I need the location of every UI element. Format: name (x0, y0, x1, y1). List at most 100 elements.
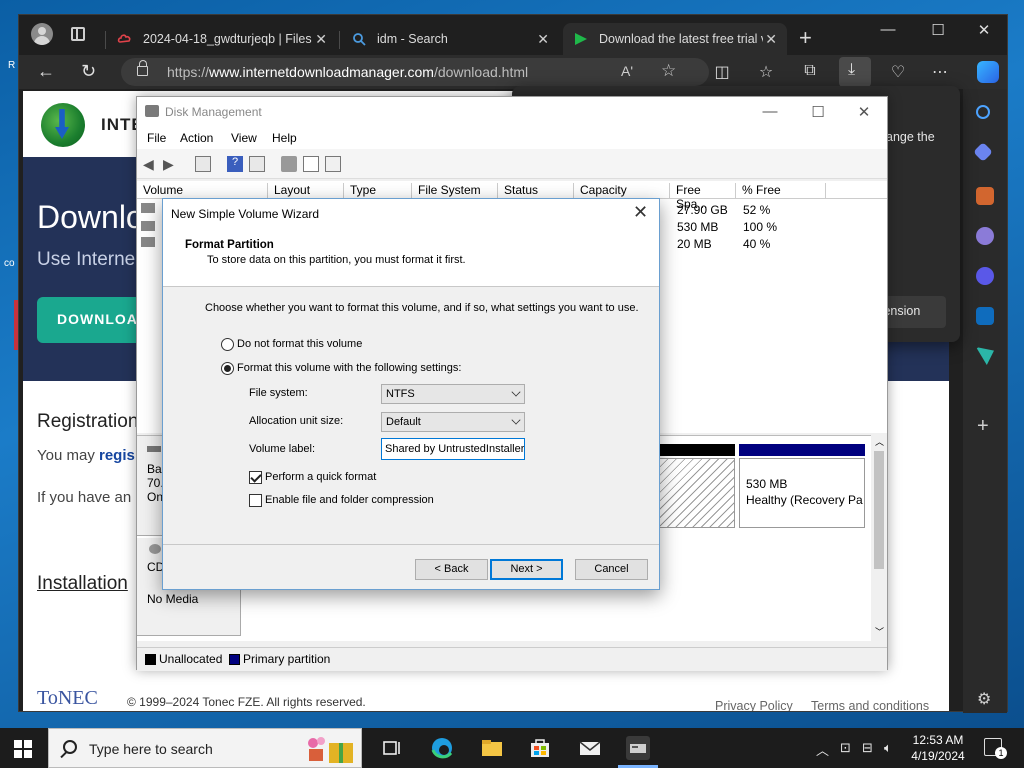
row-pct-free[interactable]: 100 % (743, 220, 777, 234)
maximize-button[interactable]: ☐ (915, 21, 961, 39)
compression-checkbox[interactable] (249, 494, 262, 507)
recovery-partition[interactable]: 530 MB Healthy (Recovery Pa (739, 458, 865, 528)
row-free[interactable]: 27.90 GB (677, 203, 728, 217)
meet-icon[interactable]: ⊡ (840, 740, 851, 756)
radio-do-not-format[interactable] (221, 338, 234, 351)
idm-logo-icon[interactable] (41, 103, 85, 147)
row-pct-free[interactable]: 40 % (743, 237, 770, 251)
tag-icon[interactable] (973, 142, 993, 162)
desktop-icon-fragment[interactable]: R (8, 60, 15, 71)
console-tree-icon[interactable] (195, 156, 211, 172)
col-volume[interactable]: Volume (137, 183, 267, 199)
file-system-select[interactable]: NTFS (381, 384, 525, 404)
quick-format-label[interactable]: Perform a quick format (265, 471, 376, 483)
col-filesystem[interactable]: File System (411, 183, 497, 199)
tab-actions-icon[interactable] (71, 27, 85, 41)
tools-icon[interactable] (976, 187, 994, 205)
favorites-icon[interactable]: ☆ (755, 62, 777, 82)
vertical-scrollbar[interactable]: ︿ ﹀ (871, 435, 887, 641)
forward-arrow-icon[interactable]: ▶ (163, 156, 179, 172)
new-tab-icon[interactable]: + (799, 25, 812, 51)
tab-download-page[interactable]: Download the latest free trial v ✕ (563, 23, 787, 55)
tray-overflow-icon[interactable]: ︿ (816, 740, 829, 759)
connect-icon[interactable] (281, 156, 297, 172)
store-icon[interactable] (528, 736, 552, 760)
col-pct-free[interactable]: % Free (735, 183, 825, 199)
close-icon[interactable]: ✕ (765, 31, 777, 48)
list-view-icon[interactable] (325, 156, 341, 172)
quick-format-checkbox[interactable] (249, 471, 262, 484)
desktop-icon-fragment[interactable]: co (4, 258, 15, 269)
close-icon[interactable]: ✕ (633, 202, 648, 223)
profile-avatar[interactable] (31, 23, 53, 45)
allocation-unit-select[interactable]: Default (381, 412, 525, 432)
privacy-link[interactable]: Privacy Policy (715, 699, 793, 711)
col-layout[interactable]: Layout (267, 183, 343, 199)
back-icon[interactable]: ← (37, 61, 55, 82)
search-icon[interactable] (976, 105, 990, 119)
next-button[interactable]: Next > (490, 559, 563, 580)
tab-files[interactable]: 2024-04-18_gwdturjeqb | Files ✕ (107, 23, 337, 55)
checklist-icon[interactable] (303, 156, 319, 172)
radio-format-label[interactable]: Format this volume with the following se… (237, 362, 461, 374)
help-icon[interactable]: ? (227, 156, 243, 172)
volume-label-input[interactable]: Shared by UntrustedInstaller (381, 438, 525, 460)
games-icon[interactable] (976, 227, 994, 245)
start-windows-icon[interactable] (14, 740, 32, 758)
close-window-button[interactable]: ✕ (841, 103, 887, 121)
close-window-button[interactable]: ✕ (961, 21, 1007, 39)
edge-taskbar-icon[interactable] (430, 736, 454, 760)
copilot-sidebar-icon[interactable] (976, 267, 994, 285)
close-icon[interactable]: ✕ (537, 31, 549, 48)
task-view-icon[interactable] (380, 736, 404, 760)
system-clock[interactable]: 12:53 AM 4/19/2024 (906, 732, 970, 764)
row-free[interactable]: 20 MB (677, 237, 712, 251)
back-button[interactable]: < Back (415, 559, 488, 580)
row-pct-free[interactable]: 52 % (743, 203, 770, 217)
minimize-button[interactable]: — (865, 21, 911, 38)
terms-link[interactable]: Terms and conditions (811, 699, 929, 711)
lock-icon[interactable] (137, 60, 148, 76)
menu-action[interactable]: Action (180, 131, 213, 145)
partition-hatched[interactable] (659, 458, 735, 528)
maximize-button[interactable]: ☐ (795, 103, 841, 121)
installation-heading[interactable]: Installation (37, 573, 128, 595)
back-arrow-icon[interactable]: ◀ (143, 156, 159, 172)
col-status[interactable]: Status (497, 183, 573, 199)
menu-file[interactable]: File (147, 131, 166, 145)
minimize-button[interactable]: — (747, 103, 793, 120)
register-link[interactable]: regis (99, 447, 135, 464)
cancel-button[interactable]: Cancel (575, 559, 648, 580)
search-highlight-icon[interactable] (301, 733, 357, 765)
scrollbar-thumb[interactable] (874, 451, 884, 569)
compression-label[interactable]: Enable file and folder compression (265, 494, 434, 506)
network-icon[interactable]: ⊟ (862, 740, 873, 756)
send-icon[interactable] (976, 347, 994, 365)
row-free[interactable]: 530 MB (677, 220, 718, 234)
settings-gear-icon[interactable]: ⚙ (977, 689, 991, 709)
more-menu-icon[interactable]: ⋯ (929, 62, 951, 82)
tab-search[interactable]: idm - Search ✕ (341, 23, 559, 55)
favorite-star-icon[interactable]: ☆ (661, 61, 676, 81)
taskbar-search[interactable]: Type here to search (48, 728, 362, 768)
refresh-icon[interactable]: ↻ (81, 61, 96, 82)
tonec-logo[interactable]: ToNEC (37, 687, 98, 710)
file-explorer-icon[interactable] (480, 736, 504, 760)
downloads-button[interactable]: ⤓ (839, 57, 871, 87)
properties-icon[interactable] (249, 156, 265, 172)
disk-management-taskbar-icon[interactable] (626, 736, 650, 760)
read-aloud-icon[interactable]: Aʹ (621, 63, 633, 79)
copilot-icon[interactable] (977, 61, 999, 83)
mail-icon[interactable] (578, 736, 602, 760)
col-free-space[interactable]: Free Spa... (669, 183, 735, 211)
menu-help[interactable]: Help (272, 131, 297, 145)
add-sidebar-icon[interactable]: + (977, 415, 989, 438)
scroll-up-icon[interactable]: ︿ (875, 435, 884, 448)
url-text[interactable]: https://www.internetdownloadmanager.com/… (167, 64, 528, 80)
browser-essentials-icon[interactable]: ♡ (887, 62, 909, 82)
radio-format[interactable] (221, 362, 234, 375)
col-capacity[interactable]: Capacity (573, 183, 669, 199)
notification-center-icon[interactable]: 1 (984, 738, 1007, 759)
outlook-icon[interactable] (976, 307, 994, 325)
close-icon[interactable]: ✕ (315, 31, 327, 48)
